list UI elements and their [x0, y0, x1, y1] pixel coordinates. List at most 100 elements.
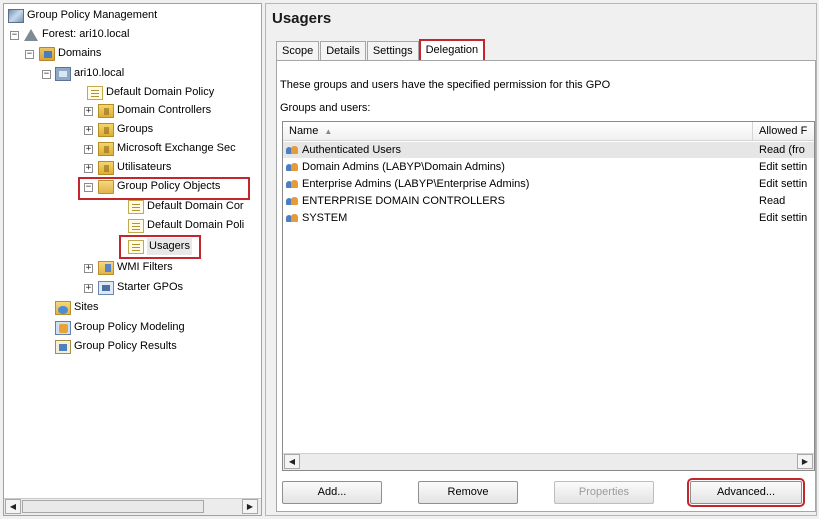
ou-icon	[98, 141, 114, 156]
tree-item-gp-results[interactable]: Group Policy Results	[55, 338, 177, 355]
scroll-left-icon[interactable]: ◀	[284, 454, 300, 469]
tree-item-label: Usagers	[147, 238, 192, 255]
tree-item-forest[interactable]: Forest: ari10.local	[23, 26, 129, 43]
tab-strip: Scope Details Settings Delegation	[276, 39, 486, 63]
delegation-panel: These groups and users have the specifie…	[276, 60, 816, 512]
tree-item-label: Group Policy Results	[74, 340, 177, 352]
allowed-permission: Edit settin	[759, 178, 808, 190]
user-group-icon	[285, 144, 299, 156]
tree-item-label: Domain Controllers	[117, 104, 212, 116]
tree-item-default-domain-controllers-gpo[interactable]: Default Domain Cor	[128, 198, 260, 215]
list-item[interactable]: Authenticated Users Read (fro	[283, 142, 814, 158]
tree-item-label: Utilisateurs	[117, 161, 172, 173]
tree-item-label: Default Domain Poli	[147, 219, 245, 231]
column-header-allowed[interactable]: Allowed F	[753, 122, 814, 141]
collapse-icon[interactable]: −	[10, 31, 19, 40]
collapse-icon[interactable]: −	[25, 50, 34, 59]
tree-item-label: Domains	[58, 47, 102, 59]
tree-item-group-policy-objects[interactable]: Group Policy Objects	[98, 178, 220, 195]
tree-item-groups[interactable]: Groups	[98, 121, 153, 138]
expand-icon[interactable]: +	[84, 264, 93, 273]
collapse-icon[interactable]: −	[84, 183, 93, 192]
tree-item-domain-controllers[interactable]: Domain Controllers	[98, 102, 211, 119]
tree-item-starter-gpos[interactable]: Starter GPOs	[98, 279, 183, 296]
principal-name: SYSTEM	[302, 212, 348, 224]
list-item[interactable]: ENTERPRISE DOMAIN CONTROLLERS Read	[283, 193, 814, 209]
principal-name: ENTERPRISE DOMAIN CONTROLLERS	[302, 195, 505, 207]
tab-settings[interactable]: Settings	[366, 41, 419, 61]
gpo-details-pane: Usagers Scope Details Settings Delegatio…	[265, 3, 817, 516]
collapse-icon[interactable]: −	[42, 70, 51, 79]
tab-delegation[interactable]: Delegation	[418, 39, 486, 63]
tree-item-utilisateurs[interactable]: Utilisateurs	[98, 159, 171, 176]
tree-item-sites[interactable]: Sites	[55, 299, 98, 316]
expand-icon[interactable]: +	[84, 164, 93, 173]
tree-item-label: ari10.local	[74, 67, 125, 79]
principal-name: Enterprise Admins (LABYP\Enterprise Admi…	[302, 178, 530, 190]
tree-item-label: WMI Filters	[117, 261, 173, 273]
list-item[interactable]: SYSTEM Edit settin	[283, 210, 814, 226]
ou-icon	[98, 160, 114, 175]
user-group-icon	[285, 212, 299, 224]
forest-icon	[23, 28, 39, 42]
user-group-icon	[285, 195, 299, 207]
tree-item-wmi-filters[interactable]: WMI Filters	[98, 259, 173, 276]
tree-item-gpm-root[interactable]: Group Policy Management	[8, 7, 157, 24]
tree-item-label: Sites	[74, 301, 99, 313]
tree-item-label: Default Domain Policy	[106, 86, 215, 98]
remove-button[interactable]: Remove	[418, 481, 518, 504]
horizontal-scrollbar[interactable]: ◀ ▶	[4, 498, 261, 515]
gpo-icon	[128, 239, 144, 254]
allowed-permission: Edit settin	[759, 161, 808, 173]
gpm-icon	[8, 8, 24, 23]
list-header: Name ▲ Allowed F	[283, 122, 814, 141]
gpo-icon	[128, 218, 144, 233]
scroll-right-icon[interactable]: ▶	[242, 499, 258, 514]
column-header-label: Name	[289, 125, 319, 137]
domain-icon	[55, 66, 71, 81]
list-item[interactable]: Enterprise Admins (LABYP\Enterprise Admi…	[283, 176, 814, 192]
properties-button[interactable]: Properties	[554, 481, 654, 504]
tree-item-label: Groups	[117, 123, 154, 135]
tab-details[interactable]: Details	[320, 41, 366, 61]
allowed-permission: Read (fro	[759, 144, 805, 156]
list-item[interactable]: Domain Admins (LABYP\Domain Admins) Edit…	[283, 159, 814, 175]
tree-item-microsoft-exchange[interactable]: Microsoft Exchange Sec	[98, 140, 258, 157]
tree-item-usagers[interactable]: Usagers	[128, 238, 192, 255]
user-group-icon	[285, 161, 299, 173]
tree-item-domain-ari10[interactable]: ari10.local	[55, 65, 124, 82]
scrollbar-thumb[interactable]	[22, 500, 204, 513]
tab-scope[interactable]: Scope	[276, 41, 320, 61]
tree-item-label: Forest: ari10.local	[42, 28, 130, 40]
tree-item-label: Group Policy Objects	[117, 180, 221, 192]
column-header-name[interactable]: Name ▲	[283, 122, 753, 141]
expand-icon[interactable]: +	[84, 284, 93, 293]
user-group-icon	[285, 178, 299, 190]
tree-item-gp-modeling[interactable]: Group Policy Modeling	[55, 319, 185, 336]
expand-icon[interactable]: +	[84, 107, 93, 116]
principal-name: Domain Admins (LABYP\Domain Admins)	[302, 161, 505, 173]
add-button[interactable]: Add...	[282, 481, 382, 504]
results-icon	[55, 339, 71, 354]
gpo-icon	[128, 199, 144, 214]
delegation-description: These groups and users have the specifie…	[280, 79, 611, 91]
groups-users-list[interactable]: Name ▲ Allowed F Authenticated Users Read…	[282, 121, 815, 471]
expand-icon[interactable]: +	[84, 145, 93, 154]
tree-item-label: Microsoft Exchange Sec	[117, 142, 236, 154]
ou-icon	[98, 122, 114, 137]
allowed-permission: Edit settin	[759, 212, 808, 224]
advanced-button[interactable]: Advanced...	[687, 478, 805, 507]
tree-item-default-domain-policy-gpo[interactable]: Default Domain Poli	[128, 217, 260, 234]
sort-ascending-icon: ▲	[324, 127, 333, 136]
folder-icon	[98, 179, 114, 194]
expand-icon[interactable]: +	[84, 126, 93, 135]
tree-item-label: Group Policy Modeling	[74, 321, 185, 333]
tree-item-domains[interactable]: Domains	[39, 45, 101, 62]
tree-item-default-domain-policy-link[interactable]: Default Domain Policy	[87, 84, 214, 101]
scroll-right-icon[interactable]: ▶	[797, 454, 813, 469]
scroll-left-icon[interactable]: ◀	[5, 499, 21, 514]
horizontal-scrollbar[interactable]: ◀ ▶	[283, 453, 814, 470]
tree-item-label: Starter GPOs	[117, 281, 184, 293]
modeling-icon	[55, 320, 71, 335]
ou-icon	[98, 103, 114, 118]
